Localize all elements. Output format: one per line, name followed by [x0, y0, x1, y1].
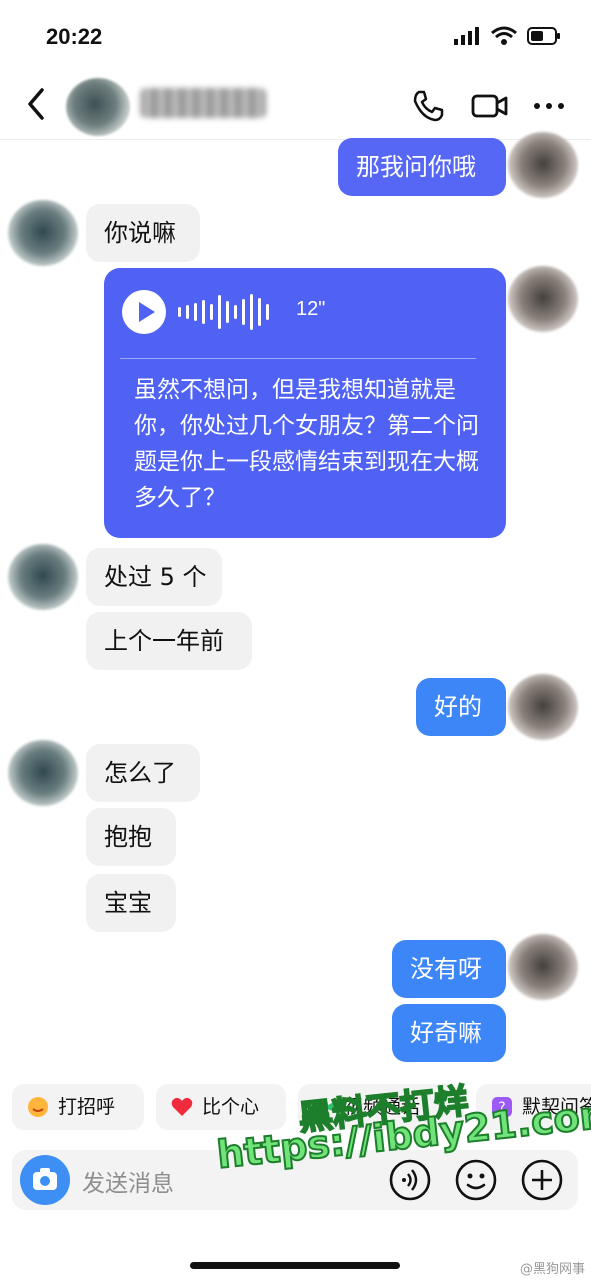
chip-label: 打招呼 — [58, 1096, 116, 1118]
status-bar: 20:22 — [0, 0, 591, 70]
divider — [120, 358, 476, 359]
heart-icon — [171, 1097, 193, 1116]
status-time: 20:22 — [46, 24, 103, 49]
home-indicator[interactable] — [190, 1262, 400, 1269]
phone-icon[interactable] — [410, 88, 446, 124]
message-bubble-in[interactable]: 抱抱 — [86, 808, 176, 866]
waveform-icon — [178, 290, 269, 334]
message-bubble-in[interactable]: 宝宝 — [86, 874, 176, 932]
message-bubble-out[interactable]: 没有呀 — [392, 940, 506, 998]
source-watermark: @黑狗网事 — [519, 1262, 585, 1277]
signal-icon — [454, 27, 479, 45]
message-bubble-out[interactable]: 好的 — [416, 678, 506, 736]
quick-reply-heart[interactable]: 比个心 — [156, 1084, 286, 1130]
my-avatar[interactable] — [508, 132, 578, 198]
my-avatar[interactable] — [508, 266, 578, 332]
emoji-icon[interactable] — [454, 1158, 498, 1202]
my-avatar[interactable] — [508, 674, 578, 740]
message-bubble-in[interactable]: 你说嘛 — [86, 204, 200, 262]
wave-emoji-icon — [28, 1097, 48, 1117]
contact-avatar-small[interactable] — [8, 200, 78, 266]
voice-icon[interactable] — [388, 1158, 432, 1202]
contact-name-blurred[interactable] — [140, 88, 266, 118]
message-bubble-in[interactable]: 处过 5 个 — [86, 548, 222, 606]
message-bubble-in[interactable]: 上个一年前 — [86, 612, 252, 670]
chip-label: 比个心 — [202, 1096, 260, 1118]
play-icon[interactable] — [122, 290, 166, 334]
contact-avatar-small[interactable] — [8, 544, 78, 610]
wifi-icon — [491, 26, 517, 45]
message-bubble-in[interactable]: 怎么了 — [86, 744, 200, 802]
voice-transcript: 虽然不想问，但是我想知道就是你，你处过几个女朋友？第二个问题是你上一段感情结束到… — [134, 377, 479, 511]
message-bubble-out[interactable]: 那我问你哦 — [338, 138, 506, 196]
status-icons — [453, 26, 561, 46]
contact-avatar-small[interactable] — [8, 740, 78, 806]
contact-avatar[interactable] — [66, 78, 130, 136]
voice-duration: 12" — [296, 298, 326, 320]
quick-reply-greet[interactable]: 打招呼 — [12, 1084, 144, 1130]
plus-icon[interactable] — [520, 1158, 564, 1202]
chevron-left-icon[interactable] — [22, 86, 52, 122]
video-camera-icon[interactable] — [470, 88, 510, 124]
battery-icon — [527, 27, 560, 45]
chat-header — [0, 70, 591, 140]
message-input[interactable]: 发送消息 — [82, 1164, 174, 1198]
my-avatar[interactable] — [508, 934, 578, 1000]
message-bubble-out[interactable]: 好奇嘛 — [392, 1004, 506, 1062]
ellipsis-icon[interactable] — [530, 88, 568, 124]
camera-icon[interactable] — [20, 1155, 70, 1205]
voice-message[interactable]: 12" 虽然不想问，但是我想知道就是你，你处过几个女朋友？第二个问题是你上一段感… — [104, 268, 506, 538]
